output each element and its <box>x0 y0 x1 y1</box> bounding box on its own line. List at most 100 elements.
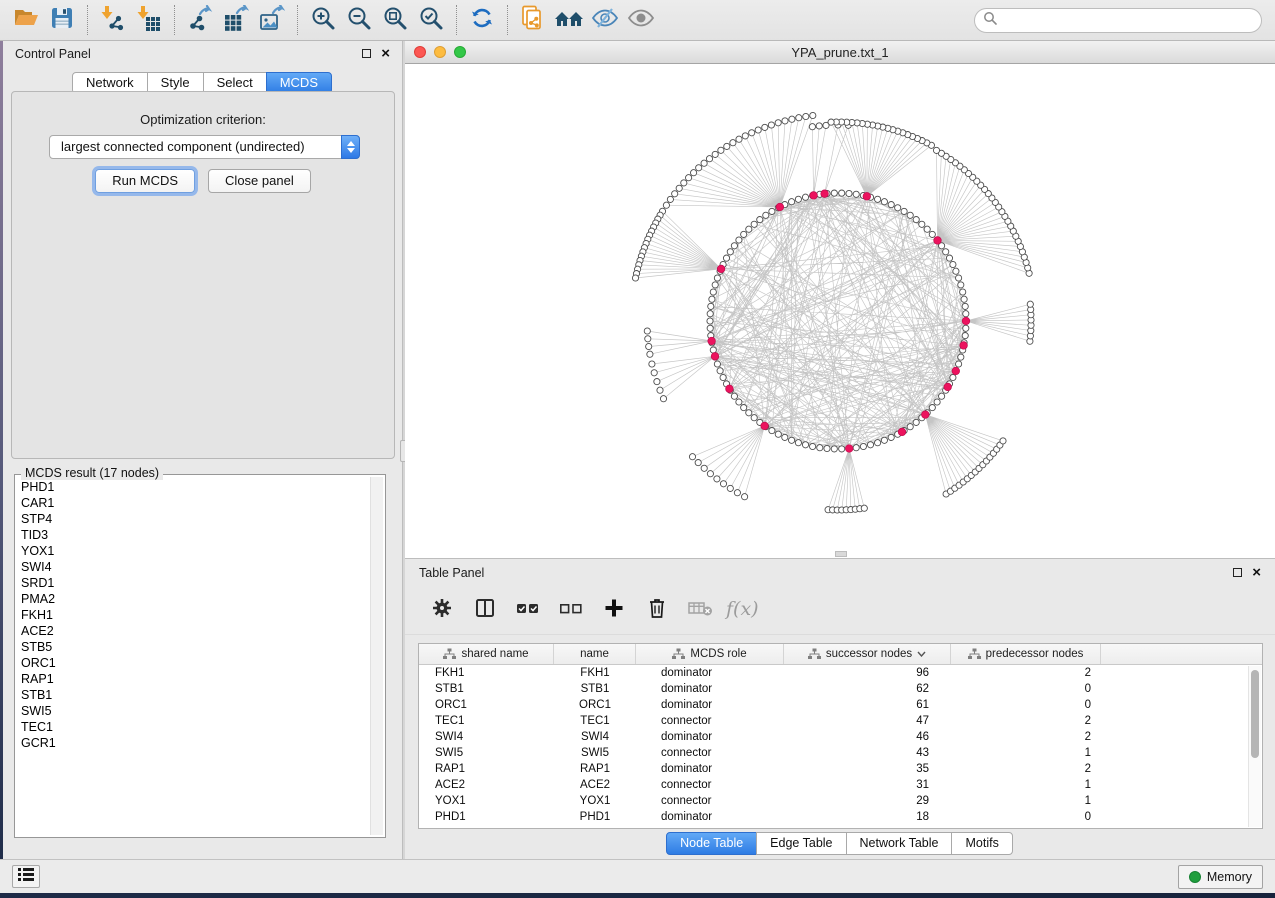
mcds-result-item[interactable]: SWI5 <box>21 703 367 719</box>
save-session-button[interactable] <box>44 3 80 37</box>
deselect-all-button[interactable] <box>558 598 584 624</box>
float-icon <box>1233 568 1242 577</box>
clone-network-button[interactable] <box>515 3 551 37</box>
window-minimize-button[interactable] <box>434 46 446 58</box>
deselect-all-icon <box>559 597 583 624</box>
refresh-view-button[interactable] <box>464 3 500 37</box>
search-input[interactable] <box>1002 10 1261 30</box>
mcds-result-item[interactable]: ORC1 <box>21 655 367 671</box>
table-row[interactable]: TEC1 TEC1 connector 47 2 <box>419 713 1262 729</box>
float-panel-button[interactable] <box>362 45 371 63</box>
export-table-button[interactable] <box>218 3 254 37</box>
export-image-button[interactable] <box>254 3 290 37</box>
table-row[interactable]: YOX1 YOX1 connector 29 1 <box>419 793 1262 809</box>
toolbar-separator <box>507 5 508 35</box>
table-row[interactable]: PHD1 PHD1 dominator 18 0 <box>419 809 1262 825</box>
column-header-shared-name[interactable]: shared name <box>419 644 554 664</box>
mcds-result-item[interactable]: PMA2 <box>21 591 367 607</box>
run-mcds-button[interactable]: Run MCDS <box>95 169 195 193</box>
select-all-icon <box>516 597 540 624</box>
search-icon <box>983 11 997 30</box>
table-row[interactable]: STB1 STB1 dominator 62 0 <box>419 681 1262 697</box>
mcds-panel: Optimization criterion: largest connecte… <box>11 91 395 459</box>
mcds-result-item[interactable]: PHD1 <box>21 479 367 495</box>
mcds-result-item[interactable]: STP4 <box>21 511 367 527</box>
table-tab[interactable]: Network Table <box>846 832 953 855</box>
import-network-button[interactable] <box>95 3 131 37</box>
close-table-panel-button[interactable]: × <box>1252 568 1261 578</box>
table-row[interactable]: SWI4 SWI4 dominator 46 2 <box>419 729 1262 745</box>
column-header-mcds-role[interactable]: MCDS role <box>636 644 784 664</box>
main-toolbar <box>0 0 1275 41</box>
table-panel-title: Table Panel <box>419 566 484 580</box>
column-header-successor-nodes[interactable]: successor nodes <box>784 644 951 664</box>
column-header-filler <box>1101 644 1262 664</box>
delete-column-button[interactable] <box>644 598 670 624</box>
table-tab[interactable]: Node Table <box>666 832 757 855</box>
toolbar-separator <box>87 5 88 35</box>
mcds-list-scrollbar[interactable] <box>370 477 383 835</box>
mcds-result-item[interactable]: STB5 <box>21 639 367 655</box>
mcds-result-item[interactable]: CAR1 <box>21 495 367 511</box>
houses-icon <box>554 6 584 35</box>
mcds-result-item[interactable]: SWI4 <box>21 559 367 575</box>
function-builder-button[interactable]: f(x) <box>730 598 756 624</box>
memory-button[interactable]: Memory <box>1178 865 1263 889</box>
network-window-titlebar[interactable]: YPA_prune.txt_1 <box>405 41 1275 64</box>
zoom-selected-button[interactable] <box>413 3 449 37</box>
select-all-button[interactable] <box>515 598 541 624</box>
node-table: shared name name MCDS role successor nod… <box>418 643 1263 829</box>
task-history-button[interactable] <box>12 865 40 888</box>
mcds-result-item[interactable]: SRD1 <box>21 575 367 591</box>
mcds-result-item[interactable]: YOX1 <box>21 543 367 559</box>
table-tab[interactable]: Edge Table <box>756 832 846 855</box>
add-column-button[interactable] <box>601 598 627 624</box>
table-scrollbar[interactable] <box>1248 666 1261 827</box>
sort-desc-icon <box>917 651 926 657</box>
mcds-result-item[interactable]: ACE2 <box>21 623 367 639</box>
table-scrollbar-thumb[interactable] <box>1251 670 1259 758</box>
close-panel-button[interactable]: × <box>381 49 390 59</box>
delete-table-button[interactable] <box>687 598 713 624</box>
select-spinner <box>341 135 360 159</box>
network-canvas[interactable] <box>405 64 1275 558</box>
window-close-button[interactable] <box>414 46 426 58</box>
open-file-button[interactable] <box>8 3 44 37</box>
optimization-criterion-select[interactable]: largest connected component (undirected) <box>49 135 360 159</box>
import-table-button[interactable] <box>131 3 167 37</box>
home-button[interactable] <box>551 3 587 37</box>
refresh-icon <box>469 5 495 36</box>
table-row[interactable]: ACE2 ACE2 connector 31 1 <box>419 777 1262 793</box>
table-settings-button[interactable] <box>429 598 455 624</box>
table-row[interactable]: FKH1 FKH1 dominator 96 2 <box>419 665 1262 681</box>
table-panel-tabs: Node TableEdge TableNetwork TableMotifs <box>405 832 1275 855</box>
mcds-result-item[interactable]: STB1 <box>21 687 367 703</box>
column-header-predecessor-nodes[interactable]: predecessor nodes <box>951 644 1101 664</box>
mcds-result-item[interactable]: TID3 <box>21 527 367 543</box>
mcds-result-item[interactable]: FKH1 <box>21 607 367 623</box>
table-toolbar: f(x) <box>405 587 1275 635</box>
mcds-result-item[interactable]: GCR1 <box>21 735 367 751</box>
table-tab[interactable]: Motifs <box>951 832 1012 855</box>
table-row[interactable]: RAP1 RAP1 dominator 35 2 <box>419 761 1262 777</box>
table-row[interactable]: SWI5 SWI5 connector 43 1 <box>419 745 1262 761</box>
hide-selected-button[interactable] <box>587 3 623 37</box>
fx-icon: f(x) <box>724 595 762 626</box>
float-icon <box>362 49 371 58</box>
zoom-fit-button[interactable] <box>377 3 413 37</box>
float-table-panel-button[interactable] <box>1233 564 1242 582</box>
zoom-in-button[interactable] <box>305 3 341 37</box>
table-row[interactable]: ORC1 ORC1 dominator 61 0 <box>419 697 1262 713</box>
export-network-button[interactable] <box>182 3 218 37</box>
toggle-columns-button[interactable] <box>472 598 498 624</box>
column-header-name[interactable]: name <box>554 644 636 664</box>
close-panel-button-mcds[interactable]: Close panel <box>208 169 311 193</box>
control-panel-title: Control Panel <box>15 47 91 61</box>
horizontal-splitter-handle[interactable] <box>835 551 847 557</box>
mcds-result-item[interactable]: RAP1 <box>21 671 367 687</box>
show-all-button[interactable] <box>623 3 659 37</box>
window-maximize-button[interactable] <box>454 46 466 58</box>
mcds-result-title: MCDS result (17 nodes) <box>21 466 163 480</box>
zoom-out-button[interactable] <box>341 3 377 37</box>
mcds-result-item[interactable]: TEC1 <box>21 719 367 735</box>
